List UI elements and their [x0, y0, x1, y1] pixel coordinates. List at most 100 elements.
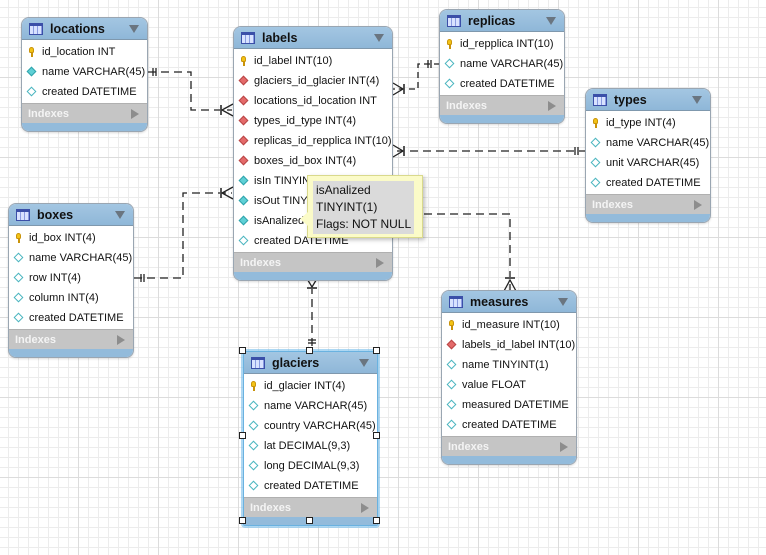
foreign-key-icon	[239, 136, 249, 146]
column-row[interactable]: created DATETIME	[442, 415, 576, 435]
collapse-triangle-icon[interactable]	[129, 24, 139, 33]
column-text: column INT(4)	[29, 292, 99, 304]
column-row[interactable]: long DECIMAL(9,3)	[244, 456, 377, 476]
relationship-replicas-labels[interactable]	[392, 60, 440, 96]
table-icon	[241, 31, 255, 44]
indexes-label: Indexes	[446, 99, 487, 112]
expand-arrow-icon[interactable]	[117, 334, 125, 345]
collapse-triangle-icon[interactable]	[558, 297, 568, 306]
table-locations[interactable]: locations id_location INT name VARCHAR(4…	[21, 17, 148, 132]
table-types[interactable]: types id_type INT(4) name VARCHAR(45) un…	[585, 88, 711, 223]
resize-handle-top-left[interactable]	[239, 347, 246, 354]
indexes-section[interactable]: Indexes	[234, 252, 392, 272]
resize-handle-bottom[interactable]	[306, 517, 313, 524]
relationship-types-labels[interactable]	[392, 144, 587, 158]
resize-handle-left[interactable]	[239, 432, 246, 439]
indexes-section[interactable]: Indexes	[22, 103, 147, 123]
column-row[interactable]: created DATETIME	[22, 82, 147, 102]
table-header[interactable]: glaciers	[244, 352, 377, 374]
resize-handle-bottom-right[interactable]	[373, 517, 380, 524]
table-boxes[interactable]: boxes id_box INT(4) name VARCHAR(45) row…	[8, 203, 134, 358]
table-header[interactable]: labels	[234, 27, 392, 49]
column-row[interactable]: id_type INT(4)	[586, 113, 710, 133]
column-row[interactable]: name TINYINT(1)	[442, 355, 576, 375]
resize-handle-top-right[interactable]	[373, 347, 380, 354]
indexes-section[interactable]: Indexes	[9, 329, 133, 349]
column-row[interactable]: name VARCHAR(45)	[9, 248, 133, 268]
indexes-section[interactable]: Indexes	[442, 436, 576, 456]
indexes-label: Indexes	[448, 440, 489, 453]
relationship-glaciers-labels[interactable]	[305, 276, 319, 346]
foreign-key-icon	[239, 116, 249, 126]
table-glaciers[interactable]: glaciers id_glacier INT(4) name VARCHAR(…	[243, 351, 378, 526]
relationship-labels-measures[interactable]	[424, 213, 517, 292]
column-row[interactable]: id_repplica INT(10)	[440, 34, 564, 54]
column-row[interactable]: created DATETIME	[440, 74, 564, 94]
collapse-triangle-icon[interactable]	[359, 358, 369, 367]
column-icon	[14, 273, 24, 283]
table-replicas[interactable]: replicas id_repplica INT(10) name VARCHA…	[439, 9, 565, 124]
indexes-section[interactable]: Indexes	[586, 194, 710, 214]
column-icon	[249, 481, 259, 491]
column-row[interactable]: locations_id_location INT	[234, 91, 392, 111]
column-row[interactable]: glaciers_id_glacier INT(4)	[234, 71, 392, 91]
expand-arrow-icon[interactable]	[694, 199, 702, 210]
column-row[interactable]: measured DATETIME	[442, 395, 576, 415]
collapse-triangle-icon[interactable]	[115, 210, 125, 219]
indexes-section[interactable]: Indexes	[440, 95, 564, 115]
table-header[interactable]: locations	[22, 18, 147, 40]
column-row[interactable]: created DATETIME	[586, 173, 710, 193]
column-row[interactable]: value FLOAT	[442, 375, 576, 395]
table-measures[interactable]: measures id_measure INT(10) labels_id_la…	[441, 290, 577, 465]
expand-arrow-icon[interactable]	[361, 502, 369, 513]
collapse-triangle-icon[interactable]	[374, 33, 384, 42]
column-row[interactable]: row INT(4)	[9, 268, 133, 288]
collapse-triangle-icon[interactable]	[546, 16, 556, 25]
resize-handle-top[interactable]	[306, 347, 313, 354]
column-row[interactable]: country VARCHAR(45)	[244, 416, 377, 436]
not-null-column-icon	[239, 196, 249, 206]
column-row[interactable]: lat DECIMAL(9,3)	[244, 436, 377, 456]
column-row[interactable]: created DATETIME	[244, 476, 377, 496]
column-row[interactable]: name VARCHAR(45)	[244, 396, 377, 416]
table-labels[interactable]: labels id_label INT(10) glaciers_id_glac…	[233, 26, 393, 281]
relationship-locations-labels[interactable]	[148, 68, 234, 117]
column-row[interactable]: id_box INT(4)	[9, 228, 133, 248]
column-text: name VARCHAR(45)	[264, 400, 368, 412]
table-name: locations	[50, 21, 105, 36]
column-row[interactable]: id_label INT(10)	[234, 51, 392, 71]
relationship-boxes-labels[interactable]	[134, 186, 234, 282]
primary-key-icon	[447, 320, 457, 330]
column-row[interactable]: labels_id_label INT(10)	[442, 335, 576, 355]
column-row[interactable]: name VARCHAR(45)	[440, 54, 564, 74]
resize-handle-bottom-left[interactable]	[239, 517, 246, 524]
expand-arrow-icon[interactable]	[131, 108, 139, 119]
column-row[interactable]: unit VARCHAR(45)	[586, 153, 710, 173]
indexes-section[interactable]: Indexes	[244, 497, 377, 517]
column-row[interactable]: boxes_id_box INT(4)	[234, 151, 392, 171]
table-header[interactable]: types	[586, 89, 710, 111]
collapse-triangle-icon[interactable]	[692, 95, 702, 104]
table-header[interactable]: measures	[442, 291, 576, 313]
expand-arrow-icon[interactable]	[548, 100, 556, 111]
resize-handle-right[interactable]	[373, 432, 380, 439]
column-row[interactable]: name VARCHAR(45)	[22, 62, 147, 82]
table-header[interactable]: replicas	[440, 10, 564, 32]
column-row[interactable]: name VARCHAR(45)	[586, 133, 710, 153]
column-row[interactable]: types_id_type INT(4)	[234, 111, 392, 131]
table-header[interactable]: boxes	[9, 204, 133, 226]
tooltip-content: isAnalized TINYINT(1) Flags: NOT NULL	[313, 181, 415, 234]
column-row[interactable]: replicas_id_repplica INT(10)	[234, 131, 392, 151]
indexes-label: Indexes	[240, 256, 281, 269]
column-text: name VARCHAR(45)	[29, 252, 133, 264]
table-icon	[447, 14, 461, 27]
table-footer	[586, 214, 710, 222]
column-row[interactable]: id_measure INT(10)	[442, 315, 576, 335]
expand-arrow-icon[interactable]	[376, 257, 384, 268]
expand-arrow-icon[interactable]	[560, 441, 568, 452]
column-row[interactable]: created DATETIME	[9, 308, 133, 328]
table-footer	[234, 272, 392, 280]
column-row[interactable]: id_glacier INT(4)	[244, 376, 377, 396]
column-row[interactable]: id_location INT	[22, 42, 147, 62]
column-row[interactable]: column INT(4)	[9, 288, 133, 308]
